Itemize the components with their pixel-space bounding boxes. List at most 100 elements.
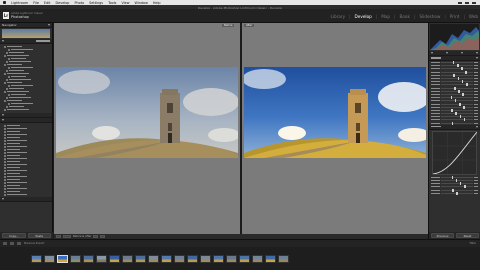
slider-track[interactable] bbox=[441, 185, 473, 189]
filmstrip-thumbnail[interactable] bbox=[109, 254, 120, 263]
tone-curve[interactable] bbox=[432, 130, 478, 175]
slider-knob[interactable] bbox=[456, 191, 458, 195]
slider-track[interactable] bbox=[441, 115, 473, 119]
filmstrip-thumbnail[interactable] bbox=[200, 254, 211, 263]
before-photo[interactable] bbox=[56, 67, 238, 158]
slider-knob[interactable] bbox=[451, 108, 453, 112]
slider-track[interactable] bbox=[441, 77, 473, 81]
grid-view-icon[interactable] bbox=[3, 242, 7, 245]
crop-tool-icon[interactable] bbox=[431, 52, 433, 54]
menu-window[interactable]: Window bbox=[134, 1, 147, 5]
slider-knob[interactable] bbox=[463, 105, 465, 109]
forward-arrow-icon[interactable] bbox=[17, 242, 21, 245]
slider-track[interactable] bbox=[441, 89, 473, 93]
module-print[interactable]: Print bbox=[450, 14, 460, 19]
slider-knob[interactable] bbox=[455, 112, 457, 116]
filmstrip-thumbnail[interactable] bbox=[31, 254, 42, 263]
filmstrip-thumbnail[interactable] bbox=[44, 254, 55, 263]
slider-knob[interactable] bbox=[454, 86, 456, 90]
filmstrip-thumbnail[interactable] bbox=[278, 254, 289, 263]
tone-curve-header[interactable] bbox=[429, 124, 480, 130]
module-web[interactable]: Web bbox=[469, 14, 478, 19]
menu-tools[interactable]: Tools bbox=[108, 1, 116, 5]
graduated-filter-icon[interactable] bbox=[476, 52, 478, 54]
histogram[interactable] bbox=[430, 24, 479, 50]
menu-settings[interactable]: Settings bbox=[89, 1, 103, 5]
loupe-view-button[interactable] bbox=[56, 235, 61, 238]
filmstrip-thumbnail[interactable] bbox=[122, 254, 133, 263]
filmstrip-thumbnail[interactable] bbox=[135, 254, 146, 263]
slider-knob[interactable] bbox=[461, 67, 463, 71]
slider-track[interactable] bbox=[441, 61, 473, 65]
module-book[interactable]: Book bbox=[399, 14, 409, 19]
menu-view[interactable]: View bbox=[121, 1, 129, 5]
wifi-icon[interactable] bbox=[458, 1, 462, 4]
swap-before-after-button[interactable] bbox=[93, 235, 99, 238]
back-arrow-icon[interactable] bbox=[10, 242, 14, 245]
module-develop[interactable]: Develop bbox=[355, 14, 372, 19]
filmstrip-thumbnail[interactable] bbox=[174, 254, 185, 263]
menu-develop[interactable]: Develop bbox=[56, 1, 70, 5]
slider-track[interactable] bbox=[441, 83, 473, 87]
slider-knob[interactable] bbox=[455, 179, 458, 183]
slider-track[interactable] bbox=[441, 182, 473, 186]
collapse-triangle-icon[interactable] bbox=[48, 24, 50, 26]
collapse-triangle-icon[interactable] bbox=[476, 125, 478, 128]
slider-knob[interactable] bbox=[458, 89, 460, 93]
collapse-triangle-icon[interactable] bbox=[476, 57, 478, 59]
collections-header[interactable] bbox=[0, 197, 52, 202]
slider-track[interactable] bbox=[441, 86, 473, 90]
menu-photo[interactable]: Photo bbox=[74, 1, 84, 5]
slider-knob[interactable] bbox=[457, 77, 460, 81]
filmstrip-thumbnail[interactable] bbox=[70, 254, 81, 263]
filmstrip-thumbnail[interactable] bbox=[252, 254, 263, 263]
before-after-view-button[interactable] bbox=[63, 235, 71, 238]
slider-knob[interactable] bbox=[465, 83, 468, 87]
slider-knob[interactable] bbox=[465, 70, 467, 74]
tree-row[interactable] bbox=[2, 193, 50, 196]
filmstrip-thumbnail[interactable] bbox=[265, 254, 276, 263]
slider-track[interactable] bbox=[441, 121, 473, 125]
reset-button[interactable]: Reset bbox=[456, 233, 479, 238]
slider-track[interactable] bbox=[441, 188, 473, 192]
slider-track[interactable] bbox=[441, 179, 473, 183]
collapse-triangle-icon[interactable] bbox=[2, 198, 4, 200]
slider-knob[interactable] bbox=[463, 118, 466, 122]
module-library[interactable]: Library bbox=[330, 14, 345, 19]
filmstrip-thumbnail[interactable] bbox=[148, 254, 159, 263]
slider-track[interactable] bbox=[441, 191, 473, 195]
filmstrip-thumbnail[interactable] bbox=[96, 254, 107, 263]
menu-file[interactable]: File bbox=[33, 1, 39, 5]
filmstrip-filter[interactable]: Filter bbox=[470, 242, 480, 245]
tree-row[interactable] bbox=[2, 108, 50, 111]
slider-knob[interactable] bbox=[452, 61, 455, 65]
slider-knob[interactable] bbox=[459, 182, 462, 186]
slider-knob[interactable] bbox=[457, 64, 459, 68]
after-photo[interactable] bbox=[244, 67, 426, 158]
navigator-header[interactable]: Navigator bbox=[0, 23, 52, 28]
paste-button[interactable]: Paste bbox=[27, 233, 51, 238]
spot-removal-icon[interactable] bbox=[446, 52, 448, 54]
module-map[interactable]: Map bbox=[381, 14, 390, 19]
slider-knob[interactable] bbox=[450, 96, 453, 100]
slider-track[interactable] bbox=[441, 102, 473, 106]
menu-lightroom[interactable]: Lightroom bbox=[11, 1, 28, 5]
slider-track[interactable] bbox=[441, 64, 473, 68]
slider-track[interactable] bbox=[441, 105, 473, 109]
slider-track[interactable] bbox=[441, 99, 473, 103]
collapse-triangle-icon[interactable] bbox=[2, 40, 4, 42]
slider-track[interactable] bbox=[441, 108, 473, 112]
filmstrip-source[interactable]: Previous Import bbox=[24, 242, 44, 245]
slider-knob[interactable] bbox=[451, 175, 454, 179]
slider-knob[interactable] bbox=[461, 80, 464, 84]
slider-track[interactable] bbox=[441, 112, 473, 116]
slider-track[interactable] bbox=[441, 92, 473, 96]
menu-help[interactable]: Help bbox=[153, 1, 161, 5]
copy-button[interactable]: Copy... bbox=[2, 233, 26, 238]
slider-knob[interactable] bbox=[453, 73, 456, 77]
filmstrip-thumbnail[interactable] bbox=[226, 254, 237, 263]
collapse-triangle-icon[interactable] bbox=[2, 114, 4, 116]
module-slideshow[interactable]: Slideshow bbox=[419, 14, 440, 19]
slider-knob[interactable] bbox=[452, 188, 454, 192]
filmstrip-thumbnail[interactable] bbox=[213, 254, 224, 263]
